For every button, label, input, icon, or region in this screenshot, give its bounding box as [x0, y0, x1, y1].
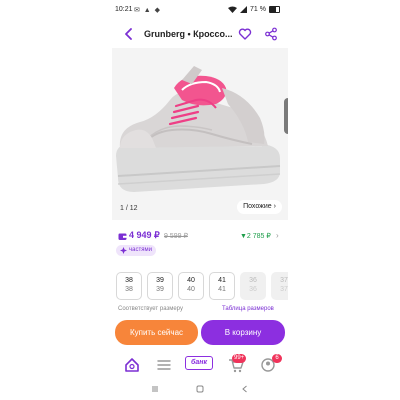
chevron-left-icon[interactable]	[122, 27, 136, 41]
phone-screen: 10:21 ✉ ▲ ◆ 71 % Grunberg • Кроссо... 1 …	[112, 0, 288, 400]
similar-label: Похожие	[243, 203, 272, 210]
home-nav-icon[interactable]	[195, 384, 205, 394]
sneaker-image	[116, 66, 281, 192]
chevron-right-icon[interactable]: ›	[276, 231, 279, 240]
heart-outline-icon[interactable]	[238, 27, 252, 41]
product-header: Grunberg • Кроссо...	[112, 22, 288, 46]
catalog-icon[interactable]	[152, 356, 176, 374]
home-search-icon[interactable]	[120, 356, 144, 374]
page-title: Grunberg • Кроссо...	[144, 29, 233, 39]
size-value: 37	[280, 277, 288, 284]
back-nav-icon[interactable]	[240, 384, 250, 394]
wifi-icon	[228, 6, 238, 13]
current-price: 4 949 ₽	[129, 230, 160, 240]
parts-label: частями	[129, 247, 152, 253]
battery-icon	[269, 6, 280, 13]
buy-now-button[interactable]: Купить сейчас	[115, 320, 198, 345]
cashback-price[interactable]: ▼2 785 ₽	[240, 232, 271, 240]
size-ru: 38	[125, 286, 133, 293]
parts-icon	[120, 247, 127, 254]
pay-in-parts-badge[interactable]: частями	[116, 245, 156, 256]
profile-count-badge: 6	[272, 354, 282, 363]
signal-icon	[240, 6, 248, 13]
image-counter: 1 / 12	[120, 205, 138, 212]
size-value: 36	[249, 277, 257, 284]
size-value: 40	[187, 277, 195, 284]
wallet-icon	[118, 233, 127, 240]
size-value: 38	[125, 277, 133, 284]
price-row: 4 949 ₽ 9 599 ₽ ▼2 785 ₽ ›	[112, 230, 288, 244]
add-to-cart-button[interactable]: В корзину	[201, 320, 285, 345]
battery-percent: 71 %	[250, 6, 266, 13]
size-fit-note: Соответствует размеру	[118, 306, 183, 312]
share-icon[interactable]	[264, 27, 278, 41]
size-chip-unavailable[interactable]: 37 37	[271, 272, 288, 300]
size-links: Соответствует размеру Таблица размеров	[112, 306, 288, 316]
notification-icons: ✉ ▲ ◆	[134, 7, 162, 14]
size-chip-unavailable[interactable]: 36 36	[240, 272, 266, 300]
similar-button[interactable]: Похожие ›	[237, 200, 282, 214]
status-time: 10:21	[115, 6, 133, 13]
status-bar: 10:21 ✉ ▲ ◆ 71 %	[112, 0, 288, 20]
next-image-preview[interactable]	[284, 98, 288, 134]
system-nav-bar	[112, 380, 288, 400]
size-value: 41	[218, 277, 226, 284]
size-ru: 39	[156, 286, 164, 293]
cart-count-badge: 99+	[232, 354, 247, 363]
old-price: 9 599 ₽	[164, 233, 188, 240]
system-icons: 71 %	[228, 6, 280, 13]
size-table-link[interactable]: Таблица размеров	[222, 306, 274, 312]
chevron-right-icon: ›	[273, 203, 276, 210]
product-gallery[interactable]: 1 / 12 Похожие ›	[112, 48, 288, 220]
size-chip[interactable]: 38 38	[116, 272, 142, 300]
size-ru: 37	[280, 286, 288, 293]
size-chip[interactable]: 41 41	[209, 272, 235, 300]
size-ru: 41	[218, 286, 226, 293]
recent-apps-icon[interactable]	[150, 384, 160, 394]
size-selector: 38 38 39 39 40 40 41 41 36 36 37 37	[112, 272, 288, 300]
size-ru: 40	[187, 286, 195, 293]
size-chip[interactable]: 40 40	[178, 272, 204, 300]
size-ru: 36	[249, 286, 257, 293]
size-chip[interactable]: 39 39	[147, 272, 173, 300]
size-value: 39	[156, 277, 164, 284]
bank-tab[interactable]: банк	[185, 356, 213, 370]
